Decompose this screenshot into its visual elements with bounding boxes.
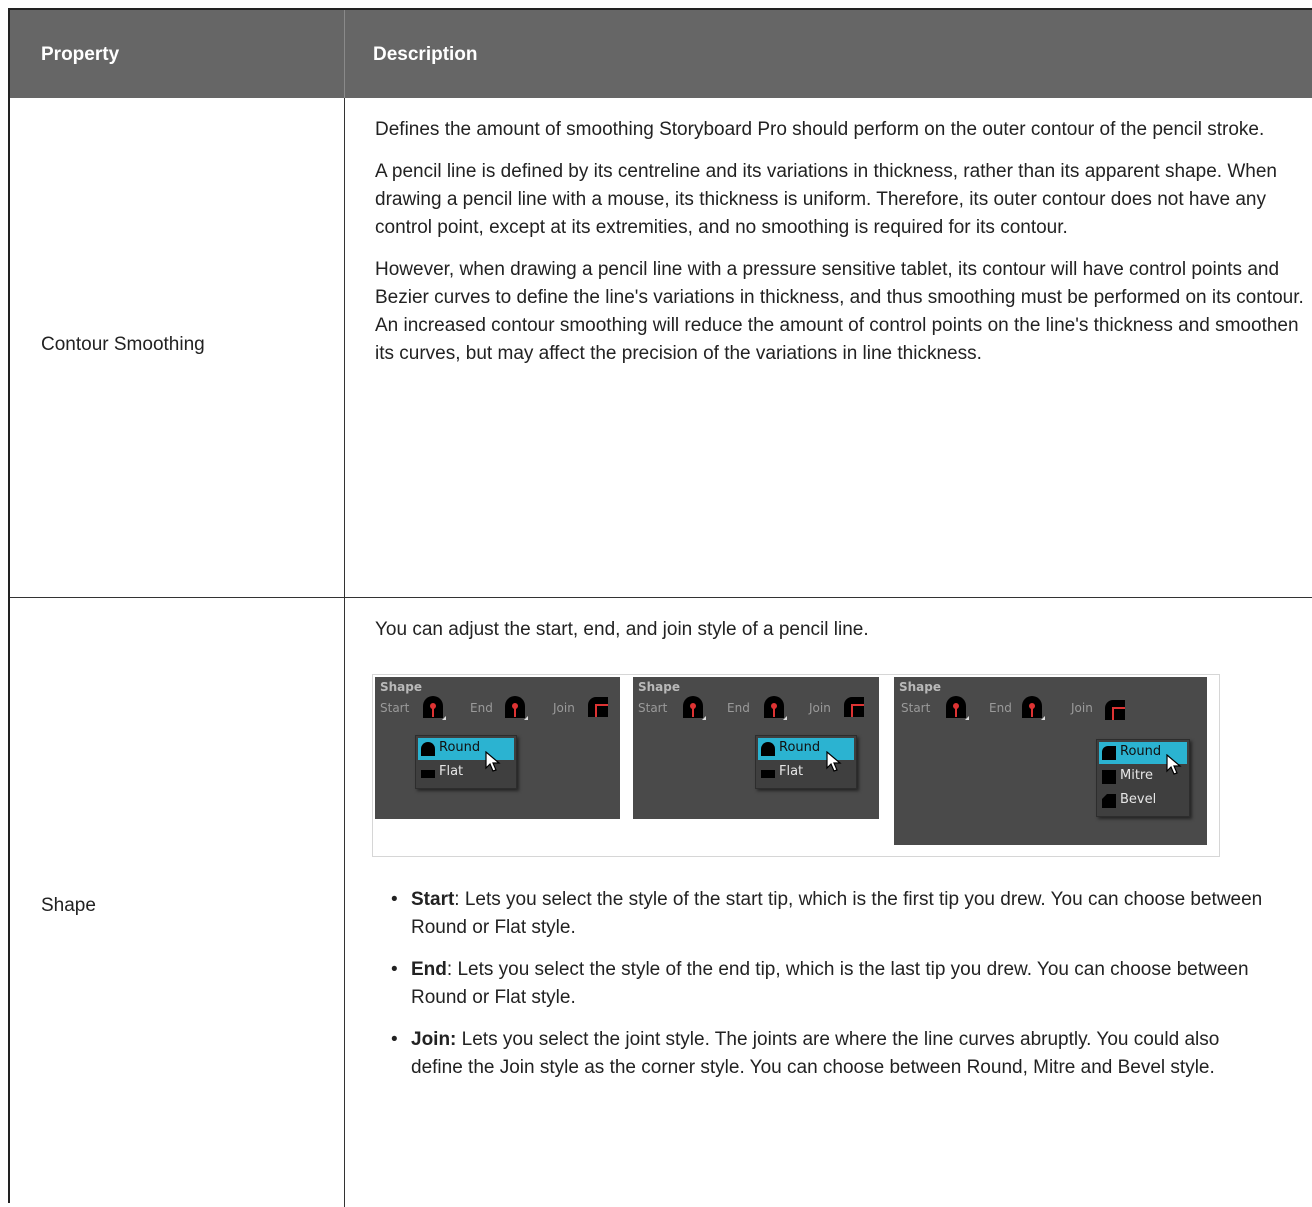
start-label: Start: [901, 701, 931, 715]
shape-panel-start: Shape Start End Join Round Flat: [375, 677, 620, 819]
bullet-start: • Start: Lets you select the style of the…: [391, 889, 1263, 938]
menu-item-bevel[interactable]: Bevel: [1099, 790, 1187, 812]
header-description: Description: [373, 44, 478, 65]
shape-panel-end: Shape Start End Join Round Flat: [633, 677, 879, 819]
column-divider: [344, 598, 345, 1207]
description-contour-smoothing: Defines the amount of smoothing Storyboa…: [375, 116, 1306, 382]
join-button[interactable]: [585, 694, 611, 720]
table-row-shape: Shape You can adjust the start, end, and…: [10, 598, 1312, 1207]
join-label: Join: [809, 701, 831, 715]
join-label: Join: [1071, 701, 1093, 715]
start-tip-button[interactable]: [943, 694, 969, 720]
table-row-contour-smoothing: Contour Smoothing Defines the amount of …: [10, 98, 1312, 598]
end-tip-button[interactable]: [502, 694, 528, 720]
paragraph: Defines the amount of smoothing Storyboa…: [375, 119, 1265, 140]
property-contour-smoothing: Contour Smoothing: [41, 334, 205, 355]
shape-screenshots: Shape Start End Join Round Flat Shape St…: [372, 674, 1220, 857]
round-tip-icon: [761, 742, 775, 756]
panel-title: Shape: [899, 680, 942, 694]
end-label: End: [989, 701, 1012, 715]
bullet-join: • Join: Lets you select the joint style. …: [391, 1029, 1220, 1078]
end-label: End: [470, 701, 493, 715]
end-label: End: [727, 701, 750, 715]
shape-bullets: • Start: Lets you select the style of the…: [375, 886, 1272, 1096]
end-tip-button[interactable]: [761, 694, 787, 720]
paragraph: However, when drawing a pencil line with…: [375, 259, 1304, 364]
panel-title: Shape: [638, 680, 681, 694]
paragraph: You can adjust the start, end, and join …: [375, 619, 869, 640]
start-tip-button[interactable]: [680, 694, 706, 720]
round-join-icon: [1102, 746, 1116, 760]
mouse-cursor-icon: [485, 751, 501, 772]
property-shape: Shape: [41, 895, 96, 916]
mouse-cursor-icon: [1166, 754, 1182, 775]
end-tip-button[interactable]: [1019, 694, 1045, 720]
shape-panel-join: Shape Start End Join Round Mitre Bevel: [894, 677, 1207, 845]
shape-intro: You can adjust the start, end, and join …: [375, 616, 1306, 658]
round-tip-icon: [421, 742, 435, 756]
start-tip-button[interactable]: [420, 694, 446, 720]
flat-tip-icon: [421, 770, 435, 778]
start-label: Start: [638, 701, 668, 715]
join-label: Join: [553, 701, 575, 715]
header-divider: [344, 10, 345, 98]
start-tip-menu: Round Flat: [415, 735, 517, 789]
join-menu: Round Mitre Bevel: [1096, 739, 1190, 817]
bevel-join-icon: [1102, 794, 1116, 808]
mouse-cursor-icon: [826, 751, 842, 772]
column-divider: [344, 98, 345, 597]
flat-tip-icon: [761, 770, 775, 778]
join-button[interactable]: [1102, 697, 1128, 723]
table-header: Property Description: [10, 10, 1312, 98]
paragraph: A pencil line is defined by its centreli…: [375, 161, 1277, 238]
header-property: Property: [41, 44, 120, 65]
bullet-list: • Start: Lets you select the style of the…: [375, 886, 1272, 1082]
start-label: Start: [380, 701, 410, 715]
panel-title: Shape: [380, 680, 423, 694]
property-table: Property Description Contour Smoothing D…: [8, 8, 1312, 1207]
mitre-join-icon: [1102, 770, 1116, 784]
join-button[interactable]: [841, 694, 867, 720]
bullet-end: • End: Lets you select the style of the e…: [391, 959, 1249, 1008]
